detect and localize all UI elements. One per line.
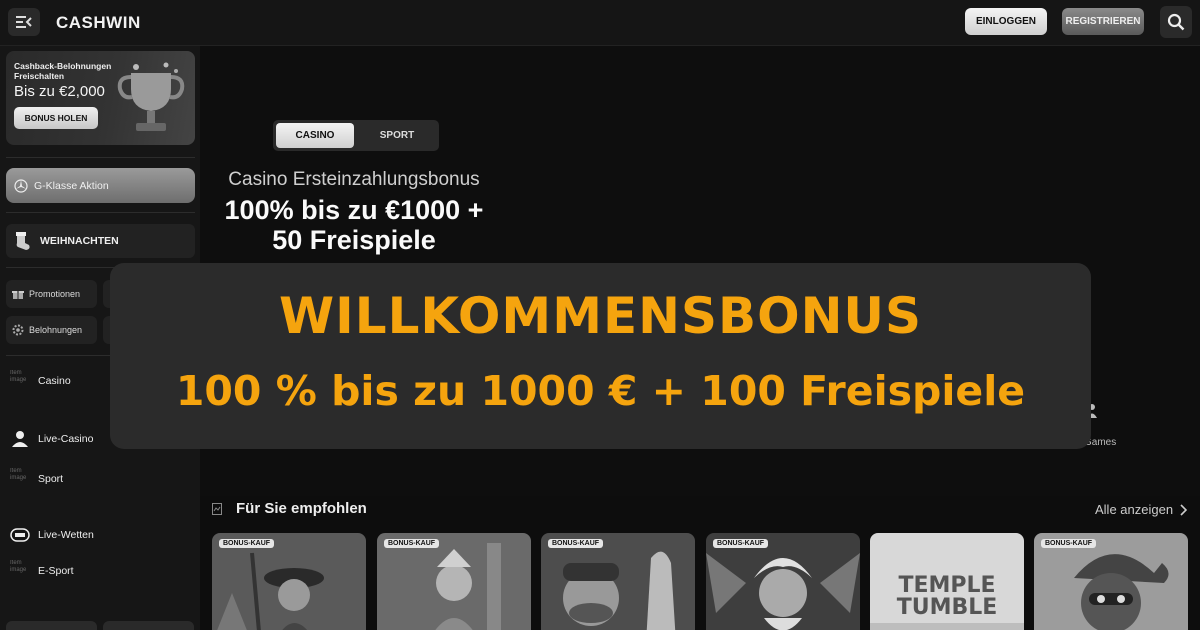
rewards-gear-icon (12, 324, 24, 336)
bonus-buy-badge: BONUS-KAUF (713, 539, 769, 548)
hero-headline-line: 100% bis zu €1000 + (224, 195, 484, 225)
welcome-bonus-overlay: WILLKOMMENSBONUS 100 % bis zu 1000 € + 1… (110, 263, 1091, 449)
rewards-link[interactable]: Belohnungen (6, 316, 97, 344)
game-card[interactable]: BONUS-KAUF (212, 533, 366, 630)
bonus-buy-badge: BONUS-KAUF (1041, 539, 1097, 548)
bottom-toggle[interactable] (103, 621, 194, 630)
nav-label: Sport (38, 473, 64, 485)
welcome-bonus-subtitle: 100 % bis zu 1000 € + 100 Freispiele (175, 367, 1026, 415)
trophy-icon (117, 62, 185, 131)
bonus-buy-badge: BONUS-KAUF (219, 539, 275, 548)
nav-label: Live-Wetten (38, 529, 94, 541)
broken-image-icon: Item image (10, 468, 27, 481)
dealer-person-icon (12, 431, 28, 447)
christmas-stocking-icon (16, 232, 30, 250)
game-card[interactable]: BONUS-KAUF (377, 533, 531, 630)
broken-image-icon: Item image (10, 560, 27, 573)
menu-collapse-icon (16, 16, 32, 28)
tab-sport[interactable]: SPORT (358, 123, 436, 148)
search-button[interactable] (1160, 6, 1192, 38)
nav-label: E-Sport (38, 565, 74, 577)
bottom-toggle[interactable] (6, 621, 97, 630)
view-all-label: Alle anzeigen (1095, 502, 1174, 517)
nav-item-esport[interactable]: Item image E-Sport (10, 560, 74, 582)
weihnachten-label: WEIHNACHTEN (40, 235, 119, 247)
tab-casino[interactable]: CASINO (276, 123, 354, 148)
hero-headline: 100% bis zu €1000 + 50 Freispiele (196, 195, 512, 255)
cashback-amount: Bis zu €2,000 (14, 83, 105, 100)
g-klasse-promo-button[interactable]: G-Klasse Aktion (6, 168, 195, 203)
cashwin-logo[interactable]: CASHWIN (56, 13, 141, 33)
menu-toggle-button[interactable] (8, 8, 40, 36)
hero-headline-line: 50 Freispiele (272, 225, 436, 255)
game-card[interactable]: TEMPLE TUMBLE (870, 533, 1024, 630)
recommended-header: Für Sie empfohlen (212, 500, 367, 517)
gift-icon (12, 291, 24, 299)
bonus-buy-badge: BONUS-KAUF (384, 539, 440, 548)
promotions-link[interactable]: Promotionen (6, 280, 97, 308)
bonus-claim-button[interactable]: BONUS HOLEN (14, 107, 98, 129)
welcome-bonus-title: WILLKOMMENSBONUS (278, 287, 923, 345)
promotions-label: Promotionen (29, 289, 81, 299)
nav-item-live-casino[interactable]: Live-Casino (10, 430, 93, 448)
hero-tab-switcher: CASINO SPORT (273, 120, 439, 151)
broken-image-icon: Item image (10, 370, 27, 383)
bonus-buy-badge: BONUS-KAUF (548, 539, 604, 548)
cashback-promo-card[interactable]: Cashback-Belohnungen Freischalten Bis zu… (6, 51, 195, 145)
live-badge-icon (10, 528, 30, 542)
view-all-link[interactable]: Alle anzeigen (1095, 502, 1188, 517)
mercedes-star-icon (14, 178, 28, 193)
weihnachten-button[interactable]: WEIHNACHTEN (6, 224, 195, 258)
hero-subtitle: Casino Ersteinzahlungsbonus (228, 169, 480, 190)
nav-item-sport[interactable]: Item image Sport (10, 468, 63, 490)
rewards-label: Belohnungen (29, 325, 83, 335)
divider (6, 157, 195, 158)
search-icon (1167, 13, 1185, 31)
divider (6, 212, 195, 213)
register-button[interactable]: REGISTRIEREN (1062, 8, 1144, 35)
game-card[interactable]: BONUS-KAUF (541, 533, 695, 630)
broken-image-icon (212, 502, 222, 515)
chevron-right-icon (1180, 503, 1188, 516)
game-card[interactable]: BONUS-KAUF (706, 533, 860, 630)
game-title-art: TEMPLE TUMBLE (896, 573, 998, 620)
top-bar: CASHWIN EINLOGGEN REGISTRIEREN (0, 0, 1200, 46)
nav-label: Casino (38, 375, 71, 387)
game-card[interactable]: BONUS-KAUF (1034, 533, 1188, 630)
nav-item-live-betting[interactable]: Live-Wetten (10, 528, 94, 542)
login-button[interactable]: EINLOGGEN (965, 8, 1047, 35)
nav-item-casino[interactable]: Item image Casino (10, 370, 71, 392)
nav-label: Live-Casino (38, 433, 94, 445)
recommended-title: Für Sie empfohlen (236, 500, 367, 517)
g-klasse-label: G-Klasse Aktion (34, 179, 109, 192)
